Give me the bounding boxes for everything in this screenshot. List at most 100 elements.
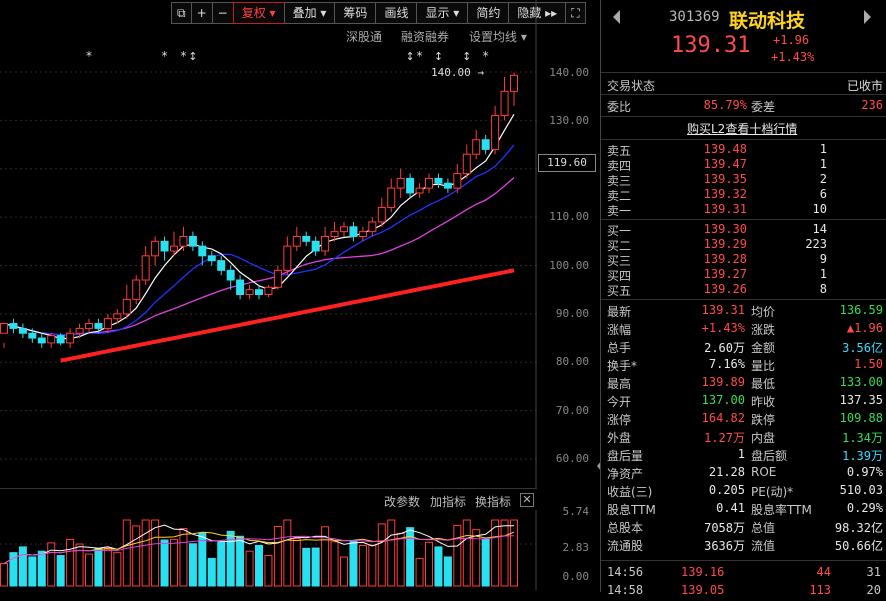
candle-body[interactable] [491,115,500,150]
candle-body[interactable] [151,240,160,257]
candle-body[interactable] [462,153,471,175]
prev-stock-icon[interactable] [613,10,620,24]
volume-bar[interactable] [500,519,509,587]
volume-bar[interactable] [170,538,178,587]
volume-bar[interactable] [66,538,75,587]
volume-bar[interactable] [264,555,273,587]
candle-body[interactable] [349,226,358,237]
event-marker[interactable]: * [417,49,423,63]
volume-bar[interactable] [56,555,65,587]
volume-bar[interactable] [94,547,103,587]
candle-body[interactable] [103,318,112,329]
candle-body[interactable] [434,177,443,184]
candle-body[interactable] [66,332,75,344]
candle-body[interactable] [122,298,131,315]
ask-price[interactable]: 139.32 [704,187,747,201]
candle-body[interactable] [75,327,84,334]
candle-body[interactable] [28,332,37,339]
volume-bar[interactable] [28,556,37,587]
candle-body[interactable] [141,255,150,281]
l2-upgrade-link[interactable]: 购买L2查看十档行情 [687,120,797,137]
volume-bar[interactable] [18,546,27,587]
candle-body[interactable] [472,139,481,155]
volume-bar[interactable] [255,544,263,587]
bid-price[interactable]: 139.29 [704,237,747,251]
candle-body[interactable] [0,323,8,334]
volume-bar[interactable] [179,528,188,587]
volume-bar[interactable] [37,550,46,587]
candle-body[interactable] [160,240,169,252]
event-marker[interactable]: ↕ [462,50,471,63]
candle-body[interactable] [264,286,273,296]
event-marker[interactable]: * [86,49,92,63]
volume-bar[interactable] [321,526,330,587]
candle-body[interactable] [198,245,207,257]
candle-body[interactable] [113,313,122,320]
candle-body[interactable] [368,221,377,233]
volume-bar[interactable] [443,556,452,587]
candle-body[interactable] [377,206,386,223]
volume-bar[interactable] [273,525,282,587]
volume-bar[interactable] [453,524,462,587]
volume-bar[interactable] [481,538,490,587]
volume-bar[interactable] [415,557,424,587]
event-marker[interactable]: ↕ [434,50,443,63]
candle-body[interactable] [179,235,188,247]
candle-body[interactable] [396,177,405,189]
candle-body[interactable] [330,231,339,237]
event-marker[interactable]: * [162,49,168,63]
candle-body[interactable] [255,289,263,296]
candle-body[interactable] [132,279,141,300]
volume-bar[interactable] [396,532,405,587]
candle-body[interactable] [321,235,330,252]
volume-bar[interactable] [85,553,93,587]
candle-body[interactable] [245,289,254,296]
candle-body[interactable] [387,187,396,208]
candle-body[interactable] [358,231,367,237]
ask-price[interactable]: 139.31 [704,202,747,216]
bid-price[interactable]: 139.27 [704,267,747,281]
bid-price[interactable]: 139.26 [704,282,747,296]
volume-bar[interactable] [188,543,197,587]
volume-bar[interactable] [122,519,131,587]
candlestick-chart[interactable]: ******↕↕↕↕140.00 → [0,0,537,488]
event-marker[interactable]: * [483,49,489,63]
candle-body[interactable] [510,74,518,92]
volume-bar[interactable] [207,557,216,587]
volume-bar[interactable] [141,519,150,587]
modify-params-link[interactable]: 改参数 [384,493,420,510]
volume-bar[interactable] [358,544,367,587]
event-marker[interactable]: * [180,49,186,63]
candle-body[interactable] [85,323,93,329]
volume-bar[interactable] [245,550,254,587]
switch-indicator-link[interactable]: 换指标 [475,493,511,510]
candle-body[interactable] [292,235,301,247]
bid-price[interactable]: 139.28 [704,252,747,266]
volume-bar[interactable] [462,519,471,587]
volume-bar[interactable] [113,552,122,587]
candle-body[interactable] [481,139,490,150]
event-marker[interactable]: ↕ [188,50,197,63]
volume-bar[interactable] [491,519,500,587]
volume-bar[interactable] [387,519,396,587]
volume-bar[interactable] [0,563,8,587]
volume-bar[interactable] [302,547,311,587]
candle-body[interactable] [283,245,292,271]
candle-body[interactable] [453,173,462,189]
ask-price[interactable]: 139.47 [704,157,747,171]
candle-body[interactable] [37,337,46,344]
volume-bar[interactable] [377,523,386,587]
candle-body[interactable] [47,335,56,344]
volume-bar[interactable] [217,541,226,587]
volume-bar[interactable] [510,519,518,587]
volume-bar[interactable] [472,529,481,587]
candle-body[interactable] [217,260,226,271]
candle-body[interactable] [425,177,433,189]
volume-bar[interactable] [283,519,292,587]
bid-price[interactable]: 139.30 [704,222,747,236]
candle-body[interactable] [273,269,282,288]
ask-price[interactable]: 139.35 [704,172,747,186]
candle-body[interactable] [236,279,245,296]
kline-panel[interactable]: ⧉ + − 复权 ▾ 叠加 ▾ 筹码 画线 显示 ▾ 简约 隐藏 ▸▸ ⛶ 深股… [0,0,602,592]
volume-bar[interactable] [368,544,377,587]
